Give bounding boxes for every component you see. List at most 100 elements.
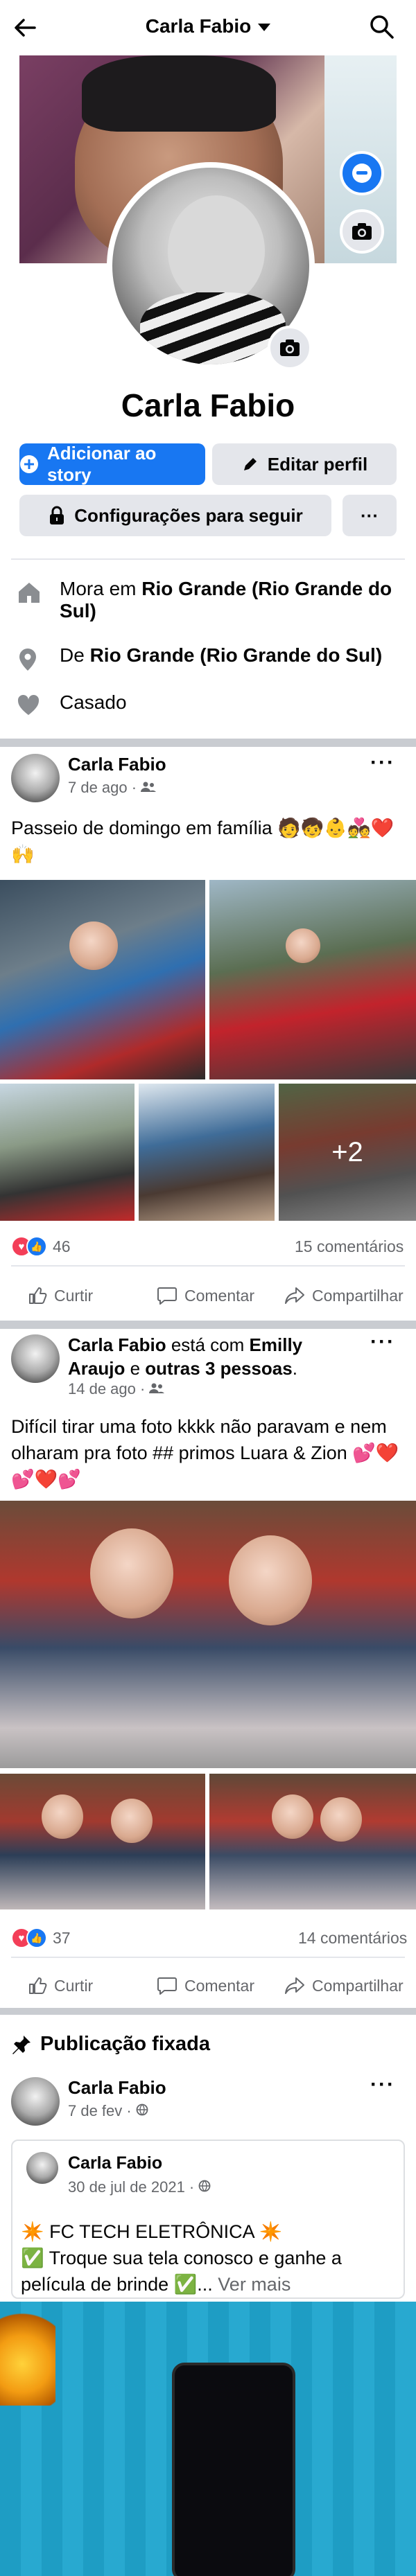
post-author-avatar[interactable] [11,754,60,802]
friends-icon [141,782,157,792]
follow-settings-button[interactable]: Configurações para seguir [19,495,331,536]
post-header-text: Carla Fabio está com Emilly Araujo e out… [68,1333,359,1380]
lock-icon [50,506,64,524]
from-prefix: De [60,644,90,666]
avatar-edit-button[interactable] [340,151,384,195]
relationship-status: Casado [60,691,127,713]
header-title: Carla Fabio [145,15,252,37]
section-separator [0,2008,416,2015]
comment-button[interactable]: Comentar [157,1976,254,1995]
post-photo[interactable] [0,1501,416,1768]
like-button[interactable]: Curtir [28,1976,93,1995]
heart-icon [17,694,40,715]
reactions-summary[interactable]: ♥ 👍 37 [11,1927,71,1948]
shared-line-1: ✴️ FC TECH ELETRÔNICA ✴️ [21,2221,283,2242]
post-text: Passeio de domingo em família 🧑🧒👶💑❤️🙌 [11,818,395,865]
edit-profile-button[interactable]: Editar perfil [212,443,397,485]
post-author-name[interactable]: Carla Fabio [68,754,166,775]
comment-button[interactable]: Comentar [157,1286,254,1305]
from-row: De Rio Grande (Rio Grande do Sul) [17,644,405,677]
post-time: 14 de ago · [68,1380,150,1397]
share-icon [285,1287,304,1304]
add-story-label: Adicionar ao story [46,443,157,485]
pencil-icon [243,458,257,470]
pin-icon [12,2035,31,2054]
post-author-name[interactable]: Carla Fabio [68,2077,166,2099]
share-button[interactable]: Compartilhar [284,1286,404,1305]
post-photo-more[interactable]: +2 [279,1084,416,1221]
comments-count[interactable]: 15 comentários [295,1237,404,1256]
post-photo[interactable] [0,1084,135,1221]
post-photo[interactable] [0,1774,205,1909]
pinned-section-header: Publicação fixada [11,2033,210,2056]
comment-label: Comentar [184,1976,254,1995]
follow-settings-label: Configurações para seguir [74,504,303,526]
comment-label: Comentar [184,1286,254,1305]
post-photo[interactable] [209,880,416,1079]
lives-in-row: Mora em Rio Grande (Rio Grande do Sul) [17,578,405,622]
camera-icon [352,223,372,240]
reactions-summary[interactable]: ♥ 👍 46 [11,1236,71,1257]
with-text: está com [166,1334,250,1355]
post-photo[interactable] [0,880,205,1079]
reactions-count: 37 [53,1928,71,1947]
search-icon[interactable] [367,12,395,40]
period-text: . [292,1358,297,1379]
see-more-link[interactable]: Ver mais [213,2274,291,2295]
post-author-avatar[interactable] [11,2077,60,2126]
location-pin-icon [19,649,36,671]
divider [11,1265,405,1267]
shared-post-text: ✴️ FC TECH ELETRÔNICA ✴️ ✅ Troque sua te… [21,2218,395,2297]
top-bar: Carla Fabio [0,0,416,55]
post-timestamp[interactable]: 7 de ago · [68,779,157,797]
share-button[interactable]: Compartilhar [284,1976,404,1995]
section-separator [0,1321,416,1329]
cover-camera-button[interactable] [340,209,384,254]
shared-time: 30 de jul de 2021 · [68,2178,199,2196]
post-time: 7 de fev · [68,2102,136,2119]
like-label: Curtir [54,1286,94,1305]
plus-circle-icon [19,455,38,473]
more-photos-count: +2 [279,1084,416,1221]
like-label: Curtir [54,1976,94,1995]
globe-icon [198,2180,211,2192]
tagged-others[interactable]: outras 3 pessoas [145,1358,292,1379]
like-button[interactable]: Curtir [28,1286,93,1305]
post-photo[interactable] [139,1084,275,1221]
post-author-avatar[interactable] [11,1334,60,1383]
pinned-title: Publicação fixada [40,2033,210,2055]
friends-icon [149,1383,165,1393]
shared-post-card[interactable]: Carla Fabio 30 de jul de 2021 · ✴️ FC TE… [11,2140,405,2299]
shared-author-name[interactable]: Carla Fabio [68,2153,162,2173]
post-author-name[interactable]: Carla Fabio [68,1334,166,1355]
avatar-camera-button[interactable] [268,326,312,370]
relationship-row: Casado [17,691,405,721]
lives-in-prefix: Mora em [60,578,142,599]
and-text: e [125,1358,146,1379]
post-menu-button[interactable]: ··· [370,751,395,775]
comments-count[interactable]: 14 comentários [298,1929,407,1948]
more-options-button[interactable]: ··· [343,495,397,536]
section-separator [0,739,416,747]
divider [11,558,405,560]
from-place[interactable]: Rio Grande (Rio Grande do Sul) [90,644,383,666]
shared-post-photo[interactable] [0,2302,416,2576]
like-reaction-icon: 👍 [26,1927,47,1948]
post-timestamp[interactable]: 14 de ago · [68,1380,165,1398]
reactions-count: 46 [53,1237,71,1255]
post-photo[interactable] [209,1774,416,1909]
add-story-button[interactable]: Adicionar ao story [19,443,205,485]
globe-icon [136,2103,148,2116]
post-timestamp[interactable]: 7 de fev · [68,2102,148,2120]
shared-author-avatar[interactable] [26,2152,58,2184]
post-menu-button[interactable]: ··· [370,2073,395,2097]
comment-icon [157,1287,177,1305]
share-label: Compartilhar [312,1286,404,1305]
comment-icon [157,1977,177,1995]
profile-name: Carla Fabio [121,387,295,423]
share-icon [285,1977,304,1994]
shared-timestamp[interactable]: 30 de jul de 2021 · [68,2178,211,2196]
profile-switcher[interactable]: Carla Fabio [0,15,416,37]
post-menu-button[interactable]: ··· [370,1330,395,1354]
caret-down-icon [258,24,271,32]
